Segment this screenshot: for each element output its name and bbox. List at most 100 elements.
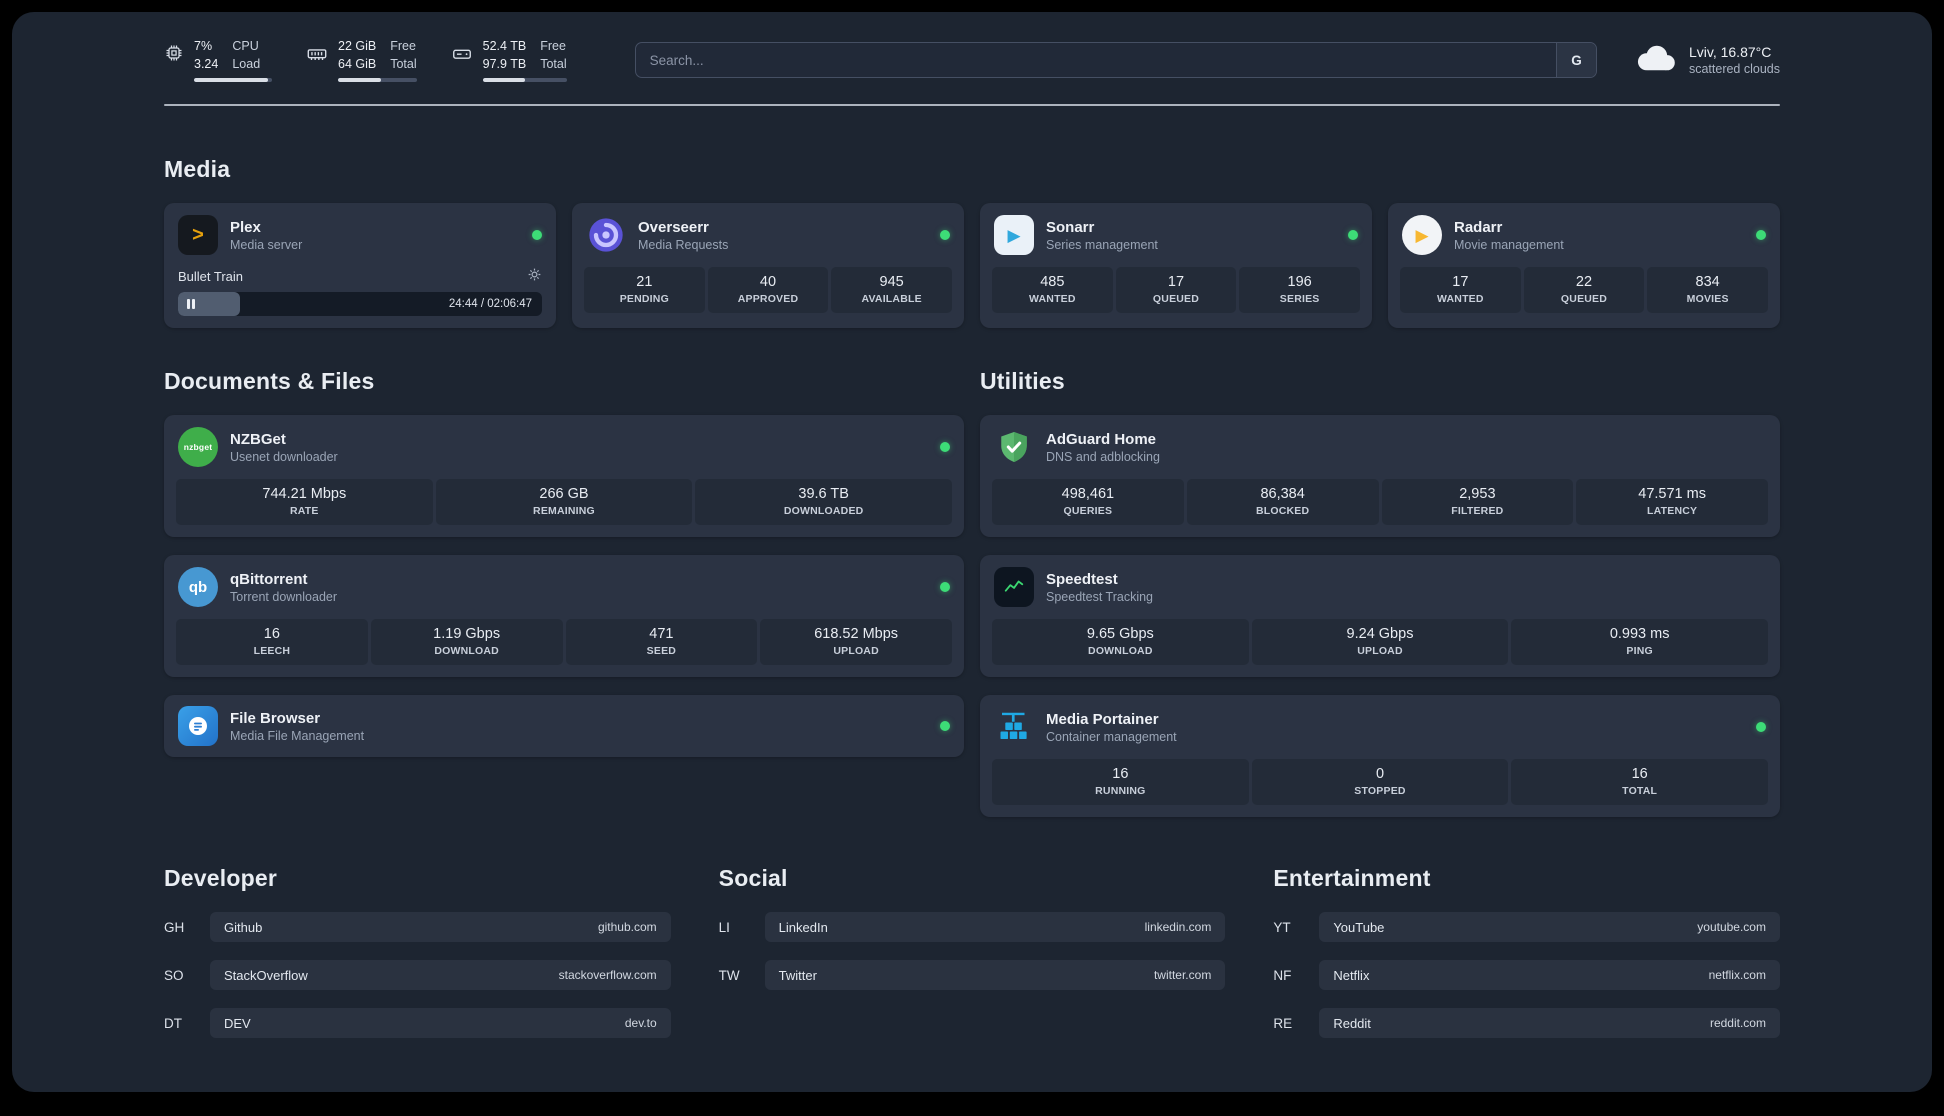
stat-tile: 834 MOVIES	[1647, 267, 1768, 313]
nzbget-icon: nzbget	[178, 427, 218, 467]
cpu-chip-icon	[164, 43, 184, 68]
sonarr-icon: ▶	[994, 215, 1034, 255]
status-dot	[1756, 230, 1766, 240]
stat-tile: 16 RUNNING	[992, 759, 1249, 805]
stat-tile: 16 TOTAL	[1511, 759, 1768, 805]
entertainment-section-title: Entertainment	[1273, 865, 1431, 891]
app-name: Speedtest	[1046, 570, 1118, 588]
filebrowser-card[interactable]: File Browser Media File Management	[164, 695, 964, 757]
github-link[interactable]: Github github.com	[210, 912, 671, 942]
search-bar: G	[634, 42, 1597, 78]
stat-tile: 9.65 Gbps DOWNLOAD	[992, 619, 1249, 665]
stat-tile: 618.52 Mbps UPLOAD	[760, 619, 952, 665]
link-row: SO StackOverflow stackoverflow.com	[164, 960, 671, 990]
app-name: NZBGet	[230, 430, 286, 448]
header-divider	[164, 104, 1780, 106]
qbittorrent-card[interactable]: qb qBittorrent Torrent downloader 16 LEEC…	[164, 555, 964, 677]
memory-icon	[306, 43, 328, 70]
overseerr-icon	[586, 215, 626, 255]
speedtest-icon	[994, 567, 1034, 607]
nzbget-card[interactable]: nzbget NZBGet Usenet downloader 744.21 M…	[164, 415, 964, 537]
youtube-link[interactable]: YouTube youtube.com	[1319, 912, 1780, 942]
overseerr-card[interactable]: Overseerr Media Requests 21 PENDING 40 APP…	[572, 203, 964, 328]
stat-tile: 22 QUEUED	[1523, 267, 1645, 313]
linkedin-link[interactable]: LinkedIn linkedin.com	[764, 912, 1226, 942]
media-section-title: Media	[164, 156, 231, 182]
radarr-card[interactable]: ▶ Radarr Movie management 17 WANTED 22 QUE…	[1388, 203, 1780, 328]
link-abbr: TW	[718, 967, 740, 983]
disk-icon	[451, 43, 473, 70]
dev-to-link[interactable]: DEV dev.to	[210, 1008, 671, 1038]
utilities-section: Utilities AdGuard Home DNS and adblockin…	[980, 368, 1780, 817]
stat-tile: 17 WANTED	[1400, 267, 1521, 313]
cpu-usage-value: 7%	[194, 39, 213, 53]
playback-progress-bar[interactable]: 24:44 / 02:06:47	[178, 292, 542, 316]
stat-tile: 21 PENDING	[584, 267, 705, 313]
plex-card[interactable]: > Plex Media server Bullet Train 24:44 /…	[164, 203, 556, 328]
stat-tile: 2,953 FILTERED	[1381, 479, 1574, 525]
search-input[interactable]	[635, 43, 1556, 77]
stat-tile: 485 WANTED	[992, 267, 1113, 313]
qbittorrent-icon: qb	[178, 567, 218, 607]
app-subtitle: Media Requests	[638, 237, 729, 252]
sonarr-card[interactable]: ▶ Sonarr Series management 485 WANTED 17 Q…	[980, 203, 1372, 328]
status-dot	[940, 582, 950, 592]
adguard-card[interactable]: AdGuard Home DNS and adblocking 498,461 Q…	[980, 415, 1780, 537]
cpu-widget: 7% 3.24 CPU Load	[164, 38, 272, 82]
link-row: YT YouTube youtube.com	[1273, 912, 1780, 942]
filebrowser-icon	[178, 706, 218, 746]
app-subtitle: Container management	[1046, 729, 1177, 744]
portainer-card[interactable]: Media Portainer Container management 16 R…	[980, 695, 1780, 817]
netflix-link[interactable]: Netflix netflix.com	[1319, 960, 1780, 990]
plex-icon: >	[178, 215, 218, 255]
app-name: Media Portainer	[1046, 710, 1159, 728]
status-dot	[1348, 230, 1358, 240]
stat-tile: 498,461 QUERIES	[992, 479, 1184, 525]
disk-free-value: 52.4 TB	[482, 39, 527, 53]
widget-settings-gear-icon[interactable]	[527, 267, 542, 285]
twitter-link[interactable]: Twitter twitter.com	[764, 960, 1226, 990]
stat-tile: 39.6 TB DOWNLOADED	[695, 479, 952, 525]
app-subtitle: Series management	[1046, 237, 1158, 252]
app-subtitle: Movie management	[1454, 237, 1564, 252]
cloud-icon	[1631, 41, 1677, 80]
weather-condition: scattered clouds	[1688, 62, 1780, 76]
developer-links-section: Developer GH Github github.com SO StackO…	[164, 865, 671, 1056]
stat-tile: 40 APPROVED	[707, 267, 829, 313]
memory-free-value: 22 GiB	[338, 39, 377, 53]
cpu-usage-bar	[194, 78, 272, 82]
link-abbr: SO	[164, 967, 184, 983]
utilities-section-title: Utilities	[980, 368, 1065, 394]
stat-tile: 1.19 Gbps DOWNLOAD	[370, 619, 563, 665]
memory-free-label: Free	[390, 39, 416, 53]
cpu-load-label: Load	[232, 56, 261, 71]
link-row: RE Reddit reddit.com	[1273, 1008, 1780, 1038]
app-subtitle: Media server	[230, 237, 303, 252]
speedtest-card[interactable]: Speedtest Speedtest Tracking 9.65 Gbps DO…	[980, 555, 1780, 677]
stat-tile: 471 SEED	[565, 619, 758, 665]
disk-free-label: Free	[540, 39, 566, 53]
link-abbr: NF	[1273, 967, 1292, 983]
disk-usage-bar	[482, 78, 567, 82]
search-engine-button[interactable]: G	[1555, 43, 1596, 77]
link-abbr: GH	[164, 919, 185, 935]
link-abbr: LI	[718, 919, 730, 935]
reddit-link[interactable]: Reddit reddit.com	[1319, 1008, 1780, 1038]
playback-time: 24:44 / 02:06:47	[448, 298, 532, 310]
media-section: Media > Plex Media server Bullet Train 2…	[164, 156, 1780, 328]
pause-icon[interactable]	[187, 299, 195, 309]
app-subtitle: Media File Management	[230, 728, 365, 743]
link-row: NF Netflix netflix.com	[1273, 960, 1780, 990]
link-row: DT DEV dev.to	[164, 1008, 671, 1038]
developer-section-title: Developer	[164, 865, 278, 891]
documents-section: Documents & Files nzbget NZBGet Usenet d…	[164, 368, 964, 817]
app-name: Radarr	[1454, 218, 1503, 236]
stackoverflow-link[interactable]: StackOverflow stackoverflow.com	[210, 960, 671, 990]
cpu-label: CPU	[232, 39, 259, 53]
app-name: File Browser	[230, 709, 321, 727]
adguard-shield-icon	[994, 427, 1034, 467]
now-playing-title: Bullet Train	[178, 268, 244, 284]
stat-tile: 16 LEECH	[176, 619, 368, 665]
stat-tile: 47.571 ms LATENCY	[1576, 479, 1768, 525]
cpu-load-value: 3.24	[194, 56, 219, 71]
